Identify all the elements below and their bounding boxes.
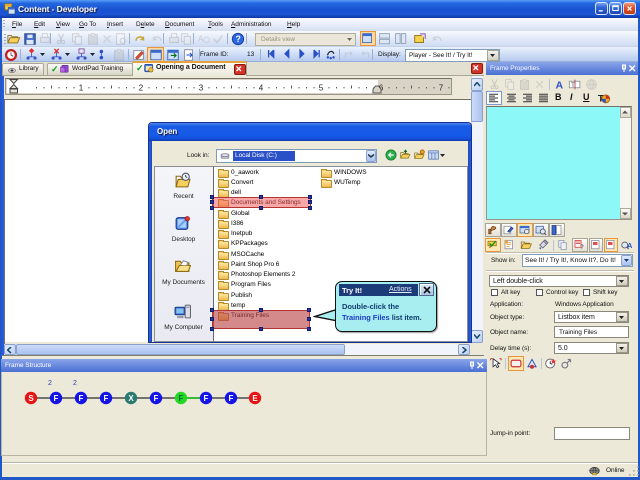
svg-text:?: ? [580, 245, 584, 251]
svg-text:1: 1 [79, 84, 84, 93]
svg-text:2: 2 [73, 380, 77, 387]
svg-text:F: F [204, 394, 209, 403]
svg-text:F: F [154, 394, 159, 403]
svg-text:S: S [28, 394, 34, 403]
svg-text:F: F [54, 394, 59, 403]
svg-text:F: F [104, 394, 109, 403]
svg-text:T: T [571, 82, 575, 89]
svg-text:7: 7 [439, 84, 444, 93]
svg-text:F: F [229, 394, 234, 403]
svg-text:A: A [198, 35, 204, 44]
svg-text:?: ? [236, 34, 241, 44]
svg-text:E: E [252, 394, 258, 403]
svg-text:2: 2 [48, 380, 52, 387]
svg-text:A: A [555, 80, 563, 91]
svg-text:5: 5 [319, 84, 324, 93]
svg-text:3: 3 [199, 84, 204, 93]
svg-text:4: 4 [259, 84, 264, 93]
svg-text:F: F [79, 394, 84, 403]
svg-text:F: F [179, 394, 184, 403]
svg-text:X: X [128, 394, 134, 403]
svg-text:A: A [627, 241, 633, 250]
svg-text:2: 2 [139, 84, 144, 93]
